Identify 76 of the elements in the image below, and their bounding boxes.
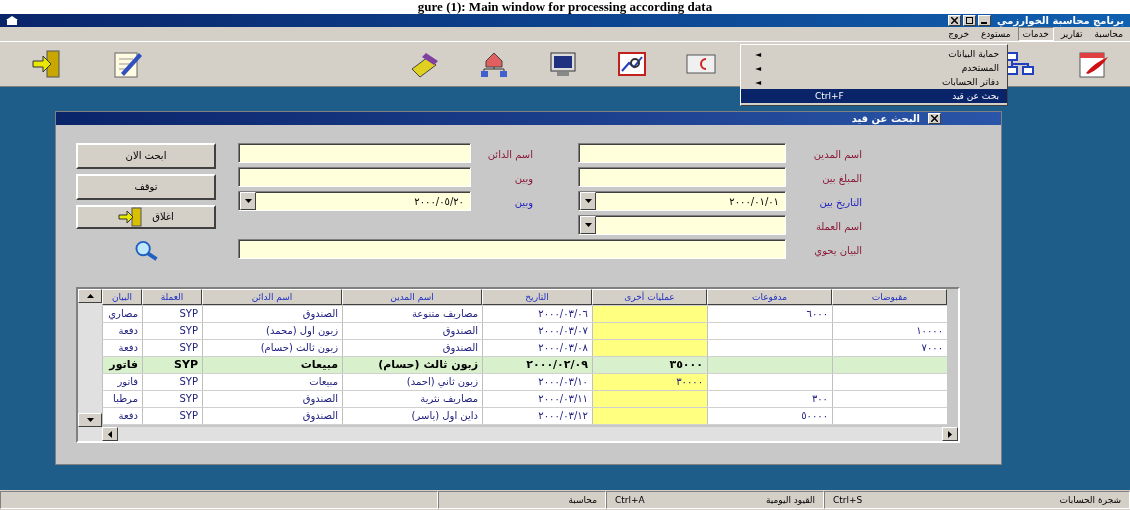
status-item[interactable]: القيود اليومية [766, 495, 815, 505]
menu-item[interactable]: ◄ دفاتر الحسابات [741, 75, 1007, 89]
table-cell: فاتور [102, 357, 142, 373]
table-cell: الصندوق [202, 391, 342, 407]
status-item[interactable]: محاسبة [568, 495, 597, 505]
table-cell: مصاري [102, 306, 142, 322]
table-cell: ١٠٠٠٠ [832, 323, 947, 339]
column-header[interactable]: اسم الدائن [202, 289, 342, 305]
menu-item[interactable]: مستودع [976, 27, 1016, 41]
table-cell: SYP [142, 357, 202, 373]
field-label: اسم العملة [814, 220, 862, 232]
menu-item[interactable]: تقارير [1055, 27, 1088, 41]
table-cell: الصندوق [342, 340, 482, 356]
table-cell: ٢٠٠٠/٠٣/١٠ [482, 374, 592, 390]
combo-field[interactable]: ٢٠٠٠/٠٥/٢٠ [238, 191, 471, 211]
field-label: وبين [513, 196, 533, 208]
menu-item[interactable]: خدمات [1017, 27, 1054, 41]
shortcut-label: Ctrl+S [833, 495, 863, 505]
column-header[interactable]: مدفوعات [707, 289, 832, 305]
figure-caption: gure (1): Main window for processing according data [417, 0, 713, 14]
close-dialog-button[interactable]: اغلاق [76, 204, 216, 229]
menu-item[interactable]: ◄ المستخدم [741, 61, 1007, 75]
table-cell: داين اول (ياسر) [342, 408, 482, 424]
table-cell: دفعة [102, 340, 142, 356]
table-cell: SYP [142, 323, 202, 339]
field-label: البيان يحوي [813, 244, 862, 256]
column-header[interactable]: البيان [102, 289, 142, 305]
action-button[interactable]: توقف [76, 174, 216, 200]
table-cell: مرطبا [102, 391, 142, 407]
field-label: وبين [513, 172, 533, 184]
table-cell: دفعة [102, 408, 142, 424]
field-label: اسم المدين [812, 148, 862, 160]
column-header[interactable]: العملة [142, 289, 202, 305]
table-cell: الصندوق [202, 306, 342, 322]
table-cell: ٣٠٠٠٠ [592, 374, 707, 390]
combo-field[interactable]: ٢٠٠٠/٠١/٠١ [578, 191, 786, 211]
table-cell: ٢٠٠٠/٠٣/١٢ [482, 408, 592, 424]
table-cell: زبون اول (محمد) [202, 323, 342, 339]
table-cell: ٢٠٠٠/٠٣/٠٦ [482, 306, 592, 322]
table-cell: مصاريف نثرية [342, 391, 482, 407]
window-title: برنامج محاسبة الخوارزمي [997, 15, 1124, 26]
table-cell: ٢٠٠٠/٠٣/١١ [482, 391, 592, 407]
menu-item[interactable]: ◄ حماية البيانات [741, 47, 1007, 61]
status-item[interactable]: شجرة الحسابات [1059, 495, 1121, 505]
table-cell: زبون ثالث (حسام) [342, 357, 482, 373]
field-label: التاريخ بين [818, 196, 862, 208]
table-cell: SYP [142, 408, 202, 424]
table-cell: SYP [142, 340, 202, 356]
field-label: المبلغ بين [821, 172, 862, 184]
table-cell: مبيعات [202, 374, 342, 390]
table-cell: SYP [142, 391, 202, 407]
table-cell: ٢٠٠٠/٠٣/٠٨ [482, 340, 592, 356]
menu-item[interactable]: خروج [943, 27, 974, 41]
table-cell: ٣٥٠٠٠ [592, 357, 707, 373]
shortcut-label: Ctrl+A [615, 495, 645, 505]
table-cell: ٢٠٠٠/٠٣/٠٧ [482, 323, 592, 339]
table-cell: الصندوق [342, 323, 482, 339]
table-cell: مصاريف متنوعة [342, 306, 482, 322]
field-label: اسم الدائن [486, 148, 533, 160]
column-header[interactable]: اسم المدين [342, 289, 482, 305]
table-cell: SYP [142, 374, 202, 390]
table-cell: زبون ثاني (احمد) [342, 374, 482, 390]
table-cell: SYP [142, 306, 202, 322]
action-button[interactable]: ابحث الان [76, 143, 216, 169]
column-header[interactable]: التاريخ [482, 289, 592, 305]
table-cell: دفعة [102, 323, 142, 339]
column-header[interactable]: عمليات أخرى [592, 289, 707, 305]
table-cell: مبيعات [202, 357, 342, 373]
column-header[interactable]: مقبوضات [832, 289, 947, 305]
table-cell: الصندوق [202, 408, 342, 424]
menu-item[interactable]: محاسبة [1089, 27, 1128, 41]
table-cell: زبون ثالث (حسام) [202, 340, 342, 356]
dialog-title: البحث عن قيد [851, 113, 920, 124]
table-cell: ٧٠٠٠ [832, 340, 947, 356]
table-cell: ٢٠٠٠/٠٢/٠٩ [482, 357, 592, 373]
table-cell: فاتور [102, 374, 142, 390]
